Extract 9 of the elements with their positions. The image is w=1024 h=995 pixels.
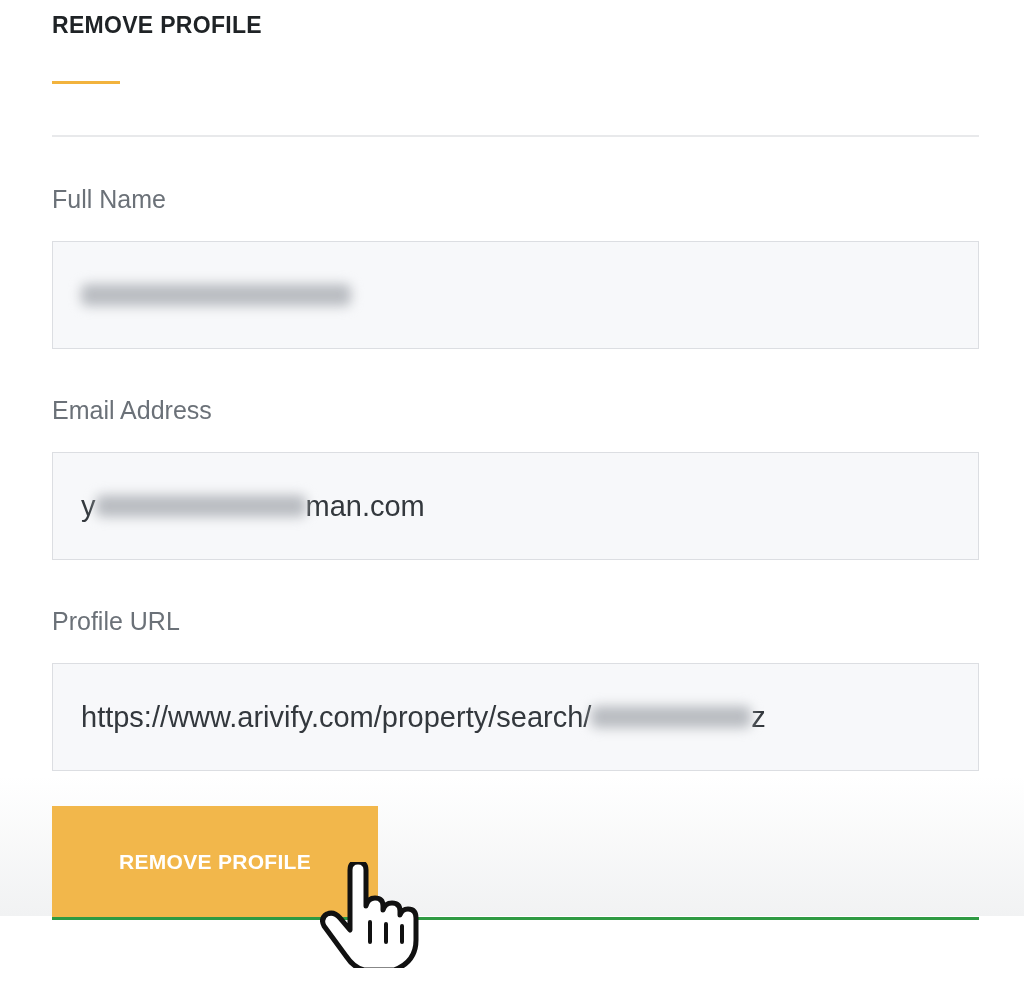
title-underline: [52, 81, 120, 84]
input-field[interactable]: [52, 241, 979, 349]
input-field[interactable]: https://www.arivify.com/property/search/ z: [52, 663, 979, 771]
section-title: REMOVE PROFILE: [52, 12, 263, 39]
hand-cursor-icon: [320, 862, 420, 968]
input-field[interactable]: y man.com: [52, 452, 979, 560]
field-label: Profile URL: [52, 607, 180, 636]
field-label: Email Address: [52, 396, 212, 425]
field-label: Full Name: [52, 185, 166, 214]
